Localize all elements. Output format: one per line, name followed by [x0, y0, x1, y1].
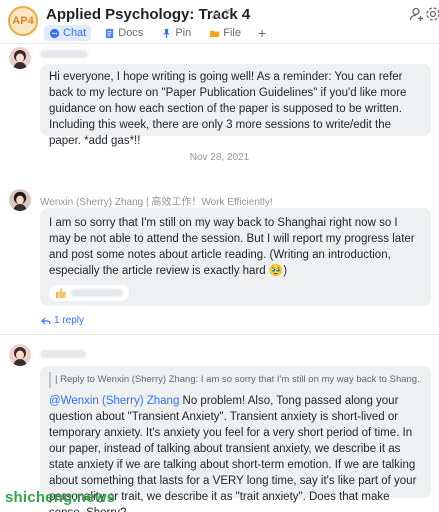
message-text: Hi everyone, I hope writing is going wel…	[49, 71, 407, 147]
header-divider	[0, 43, 439, 44]
message-divider	[0, 334, 439, 335]
sender-name-text: Wenxin (Sherry) Zhang	[40, 197, 144, 208]
chat-tabs: Chat Docs Pin File +	[44, 25, 270, 41]
tab-docs-label: Docs	[118, 27, 144, 39]
add-tab-button[interactable]: +	[254, 26, 270, 40]
user-mention[interactable]: @Wenxin (Sherry) Zhang	[49, 395, 179, 407]
reaction-row	[49, 285, 129, 301]
tab-file-label: File	[223, 27, 241, 39]
sender-status: | 高效工作！Work Efficiently!	[145, 197, 273, 208]
pin-icon	[163, 28, 171, 38]
settings-icon[interactable]	[425, 6, 439, 22]
reply-arrow-icon	[41, 317, 51, 324]
message-bubble[interactable]: Hi everyone, I hope writing is going wel…	[40, 64, 431, 147]
sender-name: Wenxin (Sherry) Zhang | 高效工作！Work Effici…	[40, 193, 273, 208]
thumbs-up-icon	[56, 288, 67, 298]
thread-reply-link[interactable]: 1 reply	[41, 315, 84, 326]
quoted-reply[interactable]: | Reply to Wenxin (Sherry) Zhang: I am s…	[49, 372, 419, 388]
sender-name-redacted	[40, 350, 86, 358]
chat-header: AP4 Applied Psychology: Track 4 7 Chat D…	[0, 0, 439, 44]
tab-docs[interactable]: Docs	[99, 25, 148, 41]
person-icon	[211, 9, 222, 19]
group-avatar[interactable]: AP4	[8, 6, 38, 36]
tab-file[interactable]: File	[204, 25, 246, 41]
tab-pin[interactable]: Pin	[156, 25, 196, 41]
tab-chat-label: Chat	[63, 27, 87, 39]
user-avatar[interactable]	[9, 189, 31, 211]
member-count-value: 7	[224, 8, 231, 20]
reaction-chip[interactable]	[49, 285, 129, 301]
watermark: shicheng.news	[5, 489, 116, 506]
member-count[interactable]: 7	[211, 8, 230, 20]
chat-icon	[49, 28, 60, 38]
reply-count: 1 reply	[54, 315, 85, 326]
date-separator: Nov 28, 2021	[189, 152, 250, 163]
user-avatar[interactable]	[9, 47, 31, 69]
message-text: I am so sorry that I'm still on my way b…	[49, 217, 415, 277]
folder-icon	[210, 30, 220, 37]
user-avatar[interactable]	[9, 344, 31, 366]
tab-chat[interactable]: Chat	[44, 25, 92, 41]
docs-icon	[106, 28, 114, 38]
add-member-icon[interactable]	[409, 6, 425, 22]
message-bubble[interactable]: | Reply to Wenxin (Sherry) Zhang: I am s…	[40, 366, 431, 512]
sender-name-redacted	[40, 50, 88, 58]
reactor-name-redacted	[71, 289, 123, 297]
tab-pin-label: Pin	[175, 27, 192, 39]
